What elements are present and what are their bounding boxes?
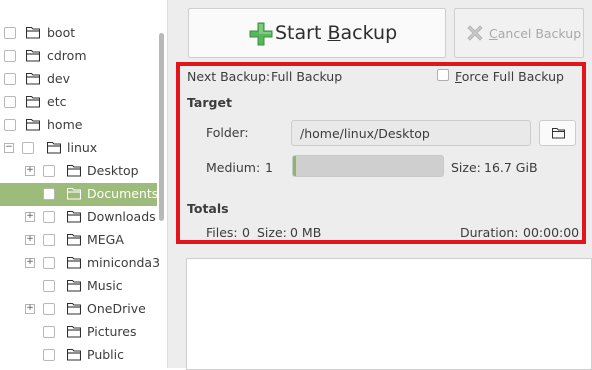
start-backup-label: Start Backup xyxy=(275,22,398,44)
tree-item-miniconda3[interactable]: + miniconda3 xyxy=(0,252,161,275)
folder-icon xyxy=(552,128,565,139)
tree-item-label: cdrom xyxy=(47,48,87,63)
next-backup-label: Next Backup: xyxy=(187,69,271,84)
tree-item-label: home xyxy=(47,117,83,132)
medium-value: 1 xyxy=(265,160,273,175)
expand-icon[interactable]: + xyxy=(25,166,35,176)
tree-item-label: Downloads xyxy=(87,209,156,224)
tree-item-checkbox[interactable] xyxy=(4,73,16,85)
folder-icon xyxy=(46,141,62,154)
collapse-icon[interactable]: − xyxy=(4,143,14,153)
folder-icon xyxy=(66,164,82,177)
tree-item-boot[interactable]: boot xyxy=(0,22,157,45)
plus-icon xyxy=(249,22,273,46)
folder-icon xyxy=(25,49,41,62)
next-backup-value: Full Backup xyxy=(271,69,343,84)
folder-icon xyxy=(25,95,41,108)
tree-item-checkbox[interactable] xyxy=(43,326,55,338)
folder-icon xyxy=(66,302,82,315)
tree-item-public[interactable]: Public xyxy=(0,344,157,367)
folder-icon xyxy=(66,210,82,223)
folder-path-input[interactable] xyxy=(291,120,531,146)
total-size-label: Size: xyxy=(257,225,287,240)
folder-icon xyxy=(66,279,82,292)
medium-usage-bar xyxy=(292,155,444,177)
folder-tree[interactable]: boot cdrom dev etc home − linux + Desktop Documen… xyxy=(0,0,168,368)
tree-item-cdrom[interactable]: cdrom xyxy=(0,45,157,68)
tree-item-checkbox[interactable] xyxy=(43,303,55,315)
tree-item-music[interactable]: Music xyxy=(0,275,157,298)
size-value: 16.7 GiB xyxy=(484,160,538,175)
tree-item-label: linux xyxy=(67,140,98,155)
tree-item-checkbox[interactable] xyxy=(22,142,34,154)
totals-heading: Totals xyxy=(187,201,229,216)
expand-icon[interactable]: + xyxy=(25,304,35,314)
tree-item-label: etc xyxy=(47,94,67,109)
start-backup-button[interactable]: Start Backup xyxy=(188,8,446,58)
tree-item-checkbox[interactable] xyxy=(43,280,55,292)
folder-icon xyxy=(66,325,82,338)
tree-item-label: Music xyxy=(87,278,123,293)
total-size-value: 0 MB xyxy=(290,225,322,240)
folder-icon xyxy=(25,118,41,131)
files-label: Files: xyxy=(206,225,238,240)
tree-item-label: OneDrive xyxy=(87,301,146,316)
duration-label: Duration: xyxy=(460,225,519,240)
tree-item-home[interactable]: home xyxy=(0,114,157,137)
tree-item-checkbox[interactable] xyxy=(43,349,55,361)
tree-item-etc[interactable]: etc xyxy=(0,91,157,114)
expand-icon[interactable]: + xyxy=(25,258,35,268)
backup-log-area[interactable] xyxy=(186,258,592,370)
medium-usage-fill xyxy=(293,156,296,176)
force-full-backup-checkbox[interactable] xyxy=(437,69,449,81)
tree-item-label: Documents xyxy=(87,186,159,201)
folder-icon xyxy=(66,256,82,269)
force-full-backup-label[interactable]: Force Full Backup xyxy=(455,69,564,84)
folder-icon xyxy=(25,26,41,39)
expand-icon[interactable]: + xyxy=(25,235,35,245)
tree-item-checkbox[interactable] xyxy=(43,165,55,177)
tree-item-dev[interactable]: dev xyxy=(0,68,157,91)
folder-icon xyxy=(66,187,82,200)
tree-item-label: miniconda3 xyxy=(87,255,161,270)
browse-folder-button[interactable] xyxy=(539,120,576,146)
folder-icon xyxy=(25,72,41,85)
tree-scrollbar[interactable] xyxy=(159,33,164,221)
files-value: 0 xyxy=(242,225,250,240)
tree-item-label: Desktop xyxy=(87,163,139,178)
tree-item-checkbox[interactable] xyxy=(43,234,55,246)
folder-icon xyxy=(66,348,82,361)
tree-item-linux[interactable]: − linux xyxy=(0,137,157,160)
cancel-backup-button[interactable]: Cancel Backup xyxy=(454,8,584,58)
tree-item-checkbox[interactable] xyxy=(4,27,16,39)
folder-label: Folder: xyxy=(206,125,249,140)
tree-item-label: dev xyxy=(47,71,71,86)
tree-item-checkbox[interactable] xyxy=(43,257,55,269)
target-heading: Target xyxy=(187,95,232,110)
tree-item-mega[interactable]: + MEGA xyxy=(0,229,157,252)
backup-info-box: Next Backup: Full Backup Force Full Back… xyxy=(176,62,586,244)
tree-item-label: Pictures xyxy=(87,324,137,339)
tree-item-label: boot xyxy=(47,25,76,40)
cancel-backup-label: Cancel Backup xyxy=(489,26,582,41)
tree-item-desktop[interactable]: + Desktop xyxy=(0,160,157,183)
tree-item-checkbox[interactable] xyxy=(4,119,16,131)
tree-item-checkbox[interactable] xyxy=(43,188,55,200)
tree-item-pictures[interactable]: Pictures xyxy=(0,321,157,344)
backup-panel: Start Backup Cancel Backup Next Backup: … xyxy=(168,0,592,370)
tree-item-downloads[interactable]: + Downloads xyxy=(0,206,157,229)
expand-icon[interactable]: + xyxy=(25,212,35,222)
tree-item-documents[interactable]: Documents xyxy=(0,183,159,206)
tree-item-checkbox[interactable] xyxy=(4,50,16,62)
tree-item-checkbox[interactable] xyxy=(4,96,16,108)
size-label: Size: xyxy=(451,160,481,175)
tree-item-label: MEGA xyxy=(87,232,124,247)
close-icon xyxy=(467,25,483,41)
medium-label: Medium: xyxy=(206,160,261,175)
tree-item-checkbox[interactable] xyxy=(43,211,55,223)
tree-item-onedrive[interactable]: + OneDrive xyxy=(0,298,157,321)
duration-value: 00:00:00 xyxy=(523,225,580,240)
folder-icon xyxy=(66,233,82,246)
tree-item-label: Public xyxy=(87,347,124,362)
